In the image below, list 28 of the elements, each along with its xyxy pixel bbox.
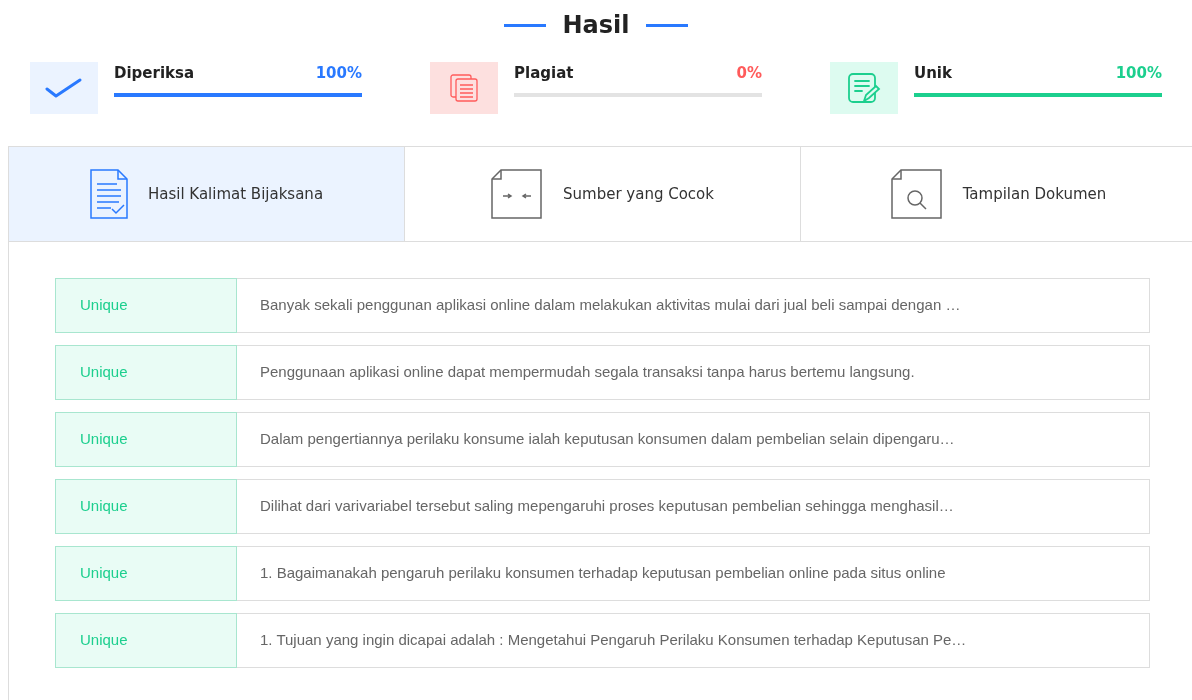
title-rule <box>504 23 547 27</box>
status-label: Unique <box>55 546 237 601</box>
status-label: Unique <box>55 613 237 668</box>
sentence-text: Dilihat dari varivariabel tersebut saling mepengaruhi proses keputusan pembelian sehingga menghasil… <box>237 479 1150 534</box>
stat-label: Diperiksa <box>114 63 195 84</box>
title-rule <box>645 23 688 27</box>
check-icon <box>30 62 98 114</box>
stat-label: Plagiat <box>514 63 574 84</box>
sentence-text: Penggunaan aplikasi online dapat mempermudah segala transaksi tanpa harus bertemu langsung. <box>237 345 1150 400</box>
status-label: Unique <box>55 412 237 467</box>
stat-label: Unik <box>914 63 952 84</box>
tab[interactable]: Hasil Kalimat Bijaksana <box>9 147 405 241</box>
status-label: Unique <box>55 278 237 333</box>
page-title: Hasil <box>562 10 630 41</box>
document-search-icon <box>890 169 943 219</box>
sentence-text: 1. Tujuan yang ingin dicapai adalah : Mengetahui Pengaruh Perilaku Konsumen terhadap Keputusan Pe… <box>237 613 1150 668</box>
edit-note-icon <box>830 62 898 114</box>
status-label: Unique <box>55 479 237 534</box>
sentence-text: 1. Bagaimanakah pengaruh perilaku konsumen terhadap keputusan pembelian online pada situs online <box>237 546 1150 601</box>
sentence-text: Dalam pengertiannya perilaku konsume ialah keputusan konsumen dalam pembelian selain dipengaru… <box>237 412 1150 467</box>
stat-value: 100% <box>315 63 362 84</box>
copy-icon <box>430 62 498 114</box>
document-list-icon <box>89 169 128 219</box>
sentence-text: Banyak sekali penggunan aplikasi online dalam melakukan aktivitas mulai dari jual beli sampai dengan … <box>237 278 1150 333</box>
stat-value: 0% <box>736 63 762 84</box>
compare-file-icon <box>491 169 543 219</box>
stat-value: 100% <box>1115 63 1162 84</box>
status-label: Unique <box>55 345 237 400</box>
